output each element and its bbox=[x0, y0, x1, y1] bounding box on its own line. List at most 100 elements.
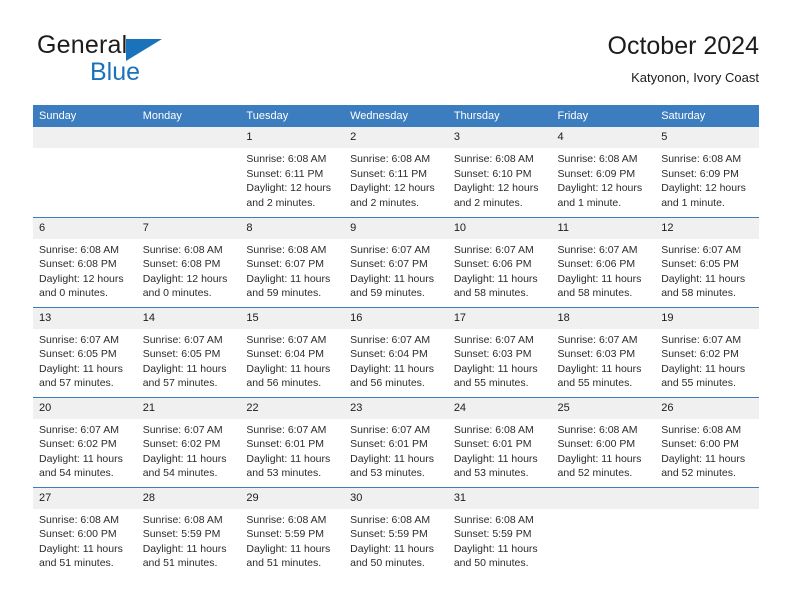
day-cell[interactable]: 28 Sunrise: 6:08 AM Sunset: 5:59 PM Dayligh… bbox=[136, 486, 241, 577]
weekday-header-sunday: Sunday bbox=[33, 105, 137, 127]
day-details: Sunrise: 6:08 AM Sunset: 6:10 PM Daylight:… bbox=[448, 148, 552, 210]
sunrise-text: Sunrise: 6:07 AM bbox=[350, 333, 431, 346]
day-cell[interactable]: 9 Sunrise: 6:07 AM Sunset: 6:07 PM Daylight… bbox=[344, 216, 448, 307]
day-details: Sunrise: 6:08 AM Sunset: 6:11 PM Daylight:… bbox=[240, 148, 344, 210]
day-number: 24 bbox=[447, 397, 552, 419]
day-number: 25 bbox=[551, 397, 656, 419]
weekday-header-thursday: Thursday bbox=[447, 105, 552, 127]
day-details: Sunrise: 6:08 AM Sunset: 5:59 PM Daylight:… bbox=[137, 509, 241, 571]
day-cell[interactable]: 24 Sunrise: 6:08 AM Sunset: 6:01 PM Dayligh… bbox=[447, 396, 552, 487]
day-number: 31 bbox=[447, 487, 552, 509]
weekday-header-monday: Monday bbox=[136, 105, 241, 127]
sunrise-text: Sunrise: 6:08 AM bbox=[350, 153, 431, 165]
day-cell[interactable]: 7 Sunrise: 6:08 AM Sunset: 6:08 PM Daylight… bbox=[136, 216, 241, 307]
daylight-text-line1: Daylight: 11 hours bbox=[453, 362, 538, 375]
daylight-text-line2: and 51 minutes. bbox=[39, 557, 114, 570]
sunset-text: Sunset: 6:02 PM bbox=[661, 348, 739, 361]
day-cell[interactable]: 27 Sunrise: 6:08 AM Sunset: 6:00 PM Dayligh… bbox=[33, 486, 137, 577]
day-details: Sunrise: 6:08 AM Sunset: 6:08 PM Daylight:… bbox=[33, 239, 137, 301]
sunrise-text: Sunrise: 6:07 AM bbox=[39, 423, 119, 436]
day-cell[interactable]: 25 Sunrise: 6:08 AM Sunset: 6:00 PM Dayligh… bbox=[551, 396, 656, 487]
day-details: Sunrise: 6:08 AM Sunset: 6:00 PM Daylight:… bbox=[655, 419, 759, 481]
daylight-text-line2: and 50 minutes. bbox=[350, 557, 425, 570]
day-cell[interactable] bbox=[655, 486, 759, 577]
day-number: 27 bbox=[33, 487, 137, 509]
sunrise-text: Sunrise: 6:08 AM bbox=[661, 423, 742, 436]
daylight-text-line1: Daylight: 11 hours bbox=[246, 542, 331, 555]
day-details: Sunrise: 6:07 AM Sunset: 6:04 PM Daylight:… bbox=[344, 329, 448, 391]
day-cell[interactable]: 29 Sunrise: 6:08 AM Sunset: 5:59 PM Dayligh… bbox=[240, 486, 345, 577]
day-cell[interactable]: 11 Sunrise: 6:07 AM Sunset: 6:06 PM Dayligh… bbox=[551, 216, 656, 307]
daylight-text-line2: and 53 minutes. bbox=[246, 467, 322, 480]
day-cell[interactable]: 19 Sunrise: 6:07 AM Sunset: 6:02 PM Dayligh… bbox=[655, 306, 759, 397]
day-number: 30 bbox=[344, 487, 448, 509]
sunrise-text: Sunrise: 6:07 AM bbox=[246, 333, 327, 346]
day-cell[interactable]: 20 Sunrise: 6:07 AM Sunset: 6:02 PM Dayligh… bbox=[33, 396, 137, 487]
day-cell[interactable]: 10 Sunrise: 6:07 AM Sunset: 6:06 PM Dayligh… bbox=[447, 216, 552, 307]
day-cell[interactable]: 3 Sunrise: 6:08 AM Sunset: 6:10 PM Daylight… bbox=[447, 127, 552, 217]
day-cell[interactable]: 23 Sunrise: 6:07 AM Sunset: 6:01 PM Dayligh… bbox=[344, 396, 448, 487]
sunset-text: Sunset: 6:01 PM bbox=[453, 438, 532, 451]
sunrise-text: Sunrise: 6:07 AM bbox=[557, 243, 638, 256]
daylight-text-line1: Daylight: 11 hours bbox=[142, 542, 227, 555]
sunset-text: Sunset: 6:09 PM bbox=[661, 167, 739, 180]
day-cell[interactable]: 18 Sunrise: 6:07 AM Sunset: 6:03 PM Dayligh… bbox=[551, 306, 656, 397]
daylight-text-line2: and 55 minutes. bbox=[557, 377, 633, 390]
day-cell[interactable]: 26 Sunrise: 6:08 AM Sunset: 6:00 PM Dayligh… bbox=[655, 396, 759, 487]
day-details: Sunrise: 6:08 AM Sunset: 6:00 PM Daylight:… bbox=[33, 509, 137, 571]
sunset-text: Sunset: 6:00 PM bbox=[557, 438, 636, 451]
day-cell[interactable] bbox=[551, 486, 656, 577]
sunrise-text: Sunrise: 6:07 AM bbox=[142, 333, 223, 346]
day-cell[interactable] bbox=[33, 127, 137, 217]
sunset-text: Sunset: 6:11 PM bbox=[246, 167, 324, 180]
sunset-text: Sunset: 6:10 PM bbox=[453, 167, 532, 180]
day-details: Sunrise: 6:07 AM Sunset: 6:03 PM Daylight:… bbox=[448, 329, 552, 391]
sunrise-text: Sunrise: 6:07 AM bbox=[557, 333, 638, 346]
day-cell[interactable]: 6 Sunrise: 6:08 AM Sunset: 6:08 PM Daylight… bbox=[33, 216, 137, 307]
daylight-text-line2: and 0 minutes. bbox=[39, 287, 108, 300]
calendar-header-row: Sunday Monday Tuesday Wednesday Thursday… bbox=[33, 105, 759, 127]
day-number: 17 bbox=[447, 307, 552, 329]
day-cell[interactable]: 22 Sunrise: 6:07 AM Sunset: 6:01 PM Dayligh… bbox=[240, 396, 345, 487]
day-details: Sunrise: 6:08 AM Sunset: 6:11 PM Daylight:… bbox=[344, 148, 448, 210]
general-blue-logo[interactable]: General Blue bbox=[33, 30, 253, 88]
day-cell[interactable]: 2 Sunrise: 6:08 AM Sunset: 6:11 PM Daylight… bbox=[344, 127, 448, 217]
day-cell[interactable]: 31 Sunrise: 6:08 AM Sunset: 5:59 PM Dayligh… bbox=[447, 486, 552, 577]
daylight-text-line2: and 2 minutes. bbox=[350, 196, 419, 209]
day-cell[interactable]: 21 Sunrise: 6:07 AM Sunset: 6:02 PM Dayligh… bbox=[136, 396, 241, 487]
daylight-text-line1: Daylight: 11 hours bbox=[142, 362, 227, 375]
day-cell[interactable]: 5 Sunrise: 6:08 AM Sunset: 6:09 PM Daylight… bbox=[655, 127, 759, 217]
day-cell[interactable]: 16 Sunrise: 6:07 AM Sunset: 6:04 PM Dayligh… bbox=[344, 306, 448, 397]
sunrise-text: Sunrise: 6:08 AM bbox=[246, 513, 327, 526]
sunset-text: Sunset: 6:01 PM bbox=[246, 438, 325, 451]
day-number: 4 bbox=[551, 127, 656, 148]
sunset-text: Sunset: 6:05 PM bbox=[39, 348, 117, 361]
day-details: Sunrise: 6:07 AM Sunset: 6:07 PM Daylight:… bbox=[344, 239, 448, 301]
logo-text-general: General bbox=[37, 31, 128, 59]
day-cell[interactable]: 4 Sunrise: 6:08 AM Sunset: 6:09 PM Daylight… bbox=[551, 127, 656, 217]
day-number: 7 bbox=[136, 217, 241, 239]
sunrise-text: Sunrise: 6:07 AM bbox=[350, 243, 431, 256]
day-cell[interactable]: 30 Sunrise: 6:08 AM Sunset: 5:59 PM Dayligh… bbox=[344, 486, 448, 577]
day-cell[interactable]: 12 Sunrise: 6:07 AM Sunset: 6:05 PM Dayligh… bbox=[655, 216, 759, 307]
day-number bbox=[33, 127, 137, 148]
day-cell[interactable]: 17 Sunrise: 6:07 AM Sunset: 6:03 PM Dayligh… bbox=[447, 306, 552, 397]
weekday-header-tuesday: Tuesday bbox=[240, 105, 345, 127]
day-cell[interactable]: 8 Sunrise: 6:08 AM Sunset: 6:07 PM Daylight… bbox=[240, 216, 345, 307]
day-number: 26 bbox=[655, 397, 759, 419]
daylight-text-line2: and 2 minutes. bbox=[453, 196, 523, 209]
day-details: Sunrise: 6:07 AM Sunset: 6:03 PM Daylight:… bbox=[552, 329, 656, 391]
sunrise-text: Sunrise: 6:08 AM bbox=[350, 513, 431, 526]
day-details: Sunrise: 6:08 AM Sunset: 6:01 PM Daylight:… bbox=[448, 419, 552, 481]
day-cell[interactable]: 1 Sunrise: 6:08 AM Sunset: 6:11 PM Daylight… bbox=[240, 127, 345, 217]
sunset-text: Sunset: 6:04 PM bbox=[350, 348, 428, 361]
daylight-text-line2: and 59 minutes. bbox=[350, 287, 425, 300]
day-cell[interactable] bbox=[136, 127, 241, 217]
day-number: 6 bbox=[33, 217, 137, 239]
sunset-text: Sunset: 6:04 PM bbox=[246, 348, 325, 361]
day-cell[interactable]: 15 Sunrise: 6:07 AM Sunset: 6:04 PM Dayligh… bbox=[240, 306, 345, 397]
day-cell[interactable]: 13 Sunrise: 6:07 AM Sunset: 6:05 PM Dayligh… bbox=[33, 306, 137, 397]
day-cell[interactable]: 14 Sunrise: 6:07 AM Sunset: 6:05 PM Dayligh… bbox=[136, 306, 241, 397]
daylight-text-line2: and 59 minutes. bbox=[246, 287, 322, 300]
sunrise-text: Sunrise: 6:08 AM bbox=[453, 513, 534, 526]
